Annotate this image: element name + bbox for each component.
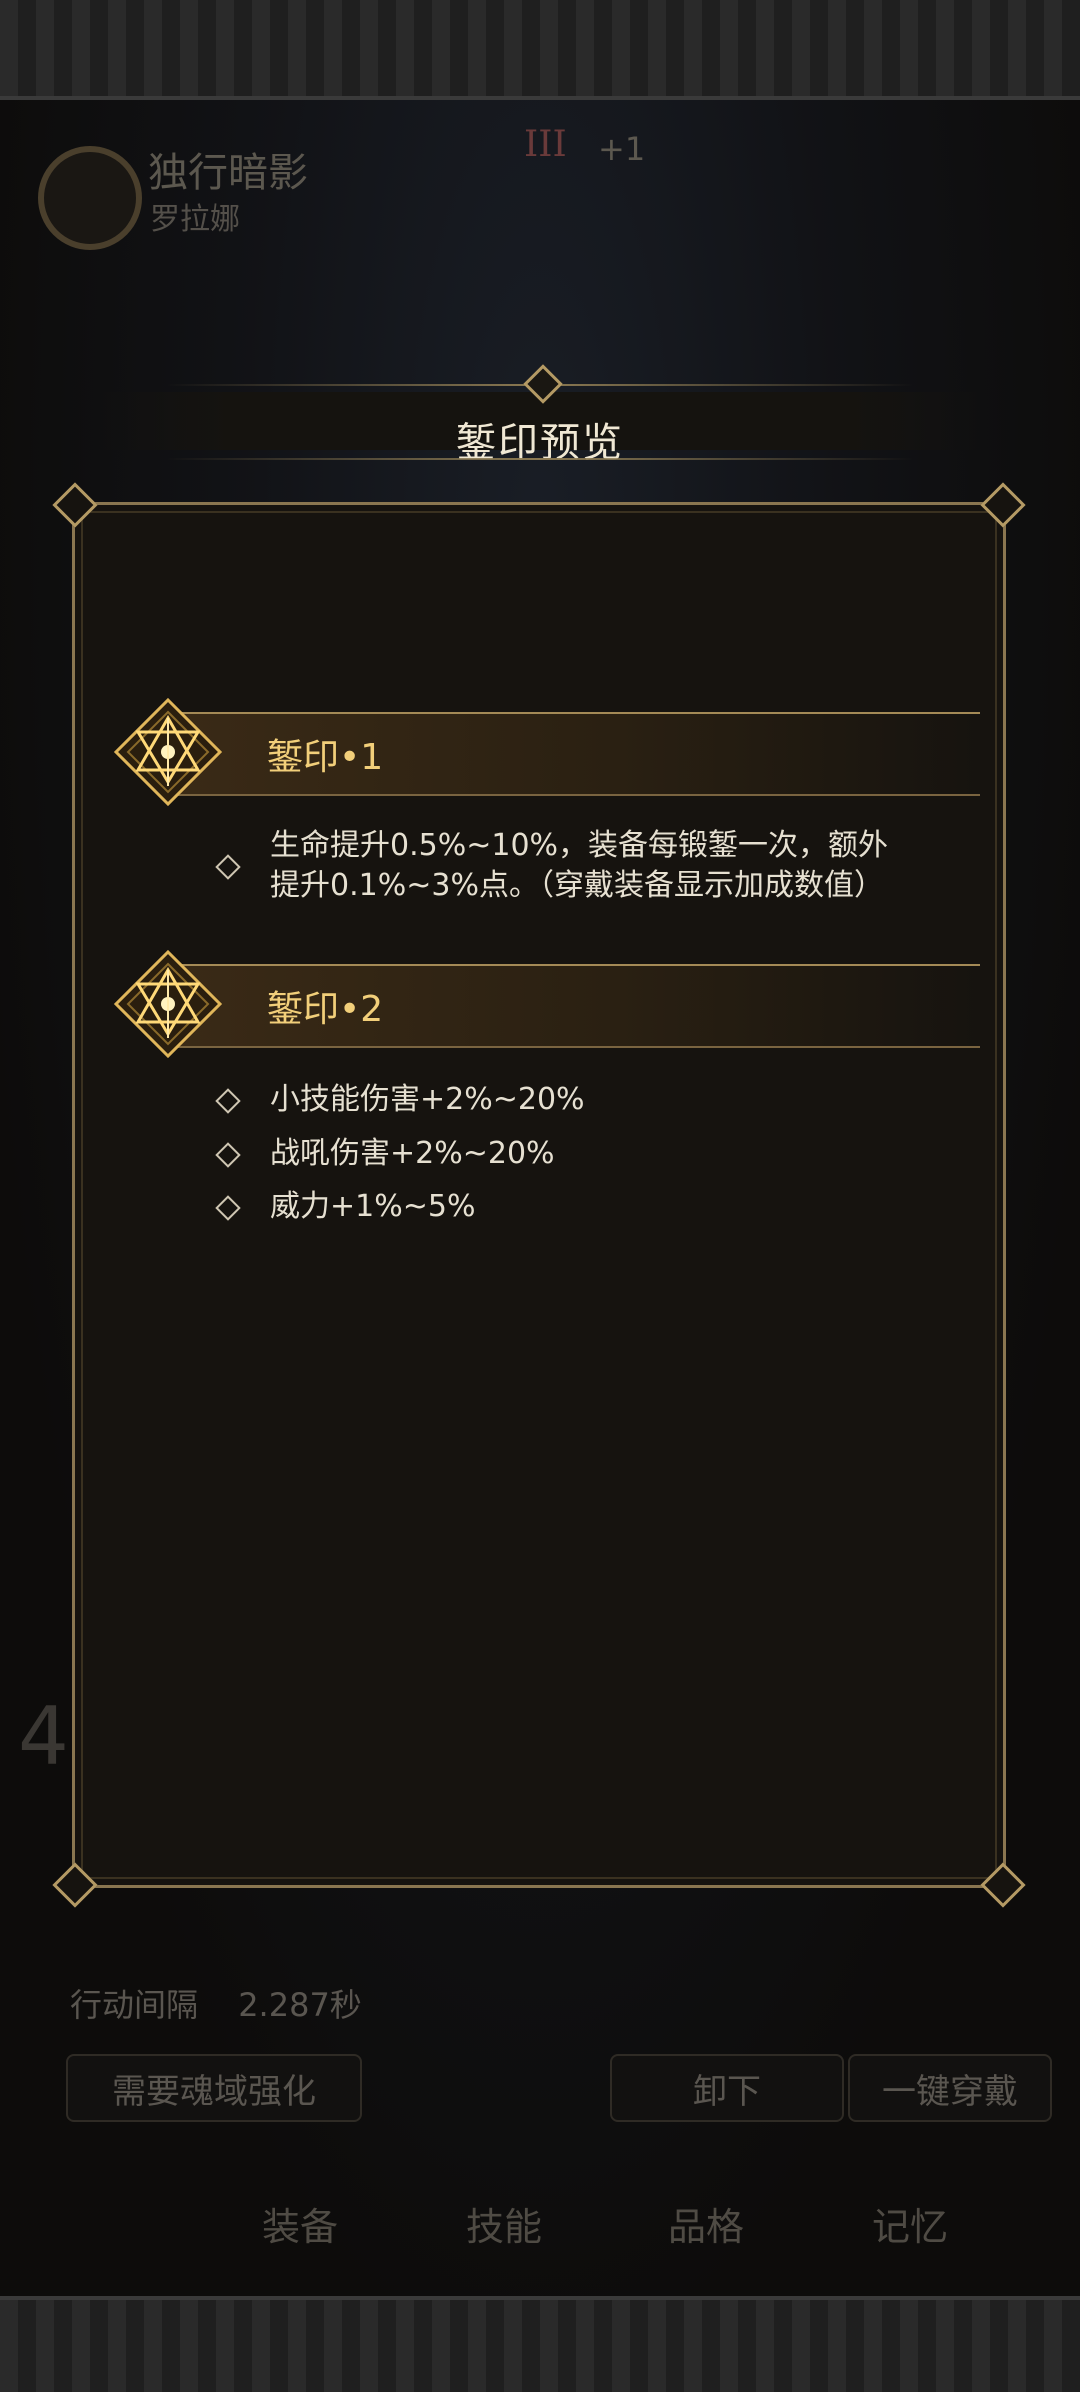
rank-roman-numeral: III <box>524 124 567 165</box>
engraving-emblem-icon <box>113 697 223 807</box>
character-class-emblem-icon <box>38 146 142 250</box>
stat-value: 2.287秒 <box>238 1986 362 2024</box>
engraving-section-2-header: 錾印•2 <box>112 949 980 1059</box>
section-2-title: 錾印•2 <box>267 989 384 1030</box>
engraving-emblem-icon <box>113 949 223 1059</box>
modal-header: 錾印预览 <box>96 364 984 470</box>
tab-equipment[interactable]: 装备 <box>262 2196 338 2251</box>
section-2-line-2: 战吼伤害+2%~20% <box>270 1136 555 1171</box>
section-2-line-3: 威力+1%~5% <box>270 1189 476 1224</box>
section-1-line-2: 提升0.1%~3%点。（穿戴装备显示加成数值） <box>270 868 884 903</box>
rank-plus-level: +1 <box>598 130 646 168</box>
tab-skills[interactable]: 技能 <box>466 2196 542 2251</box>
stat-label: 行动间隔 <box>70 1986 199 2024</box>
character-name: 罗拉娜 <box>150 202 240 237</box>
engraving-section-1-header: 錾印•1 <box>112 697 980 807</box>
soul-domain-enhance-button[interactable]: 需要魂域强化 <box>66 2054 362 2122</box>
tab-traits[interactable]: 品格 <box>668 2196 744 2251</box>
unequip-button[interactable]: 卸下 <box>610 2054 844 2122</box>
section-1-title: 錾印•1 <box>267 737 384 778</box>
section-1-line-1: 生命提升0.5%~10%，装备每锻錾一次，额外 <box>270 828 889 863</box>
section-2-line-1: 小技能伤害+2%~20% <box>270 1082 585 1117</box>
level-digit: 4 <box>18 1690 69 1783</box>
equip-all-button[interactable]: 一键穿戴 <box>848 2054 1052 2122</box>
bottom-decorative-band <box>0 2296 1080 2392</box>
top-decorative-band <box>0 0 1080 100</box>
action-interval-stat: 行动间隔 2.287秒 <box>70 1980 362 2026</box>
header-bottom-line <box>167 458 913 460</box>
character-title: 独行暗影 <box>148 150 308 196</box>
tab-memory[interactable]: 记忆 <box>872 2196 948 2251</box>
